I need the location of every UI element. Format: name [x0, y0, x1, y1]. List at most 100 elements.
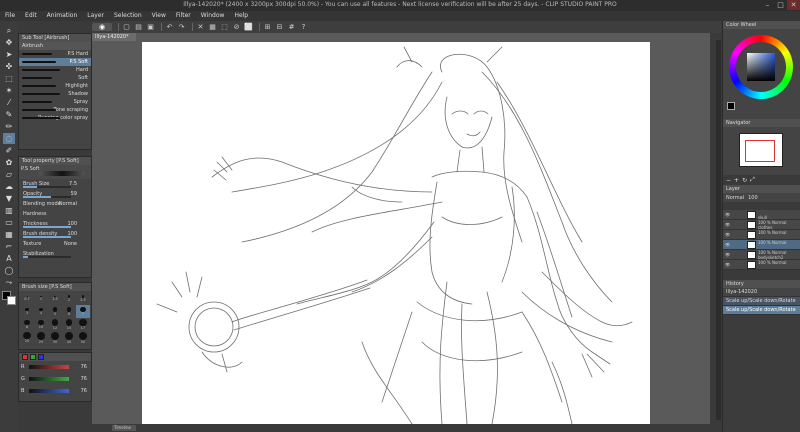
menu-window[interactable]: Window	[196, 11, 230, 21]
brush-item[interactable]: Hard	[19, 66, 91, 74]
grid-icon[interactable]: #	[287, 23, 296, 31]
menu-filter[interactable]: Filter	[171, 11, 196, 21]
new-icon[interactable]: ▢	[122, 23, 131, 31]
layer-move-icon[interactable]: ✜	[3, 61, 15, 72]
menu-animation[interactable]: Animation	[42, 11, 83, 21]
eyedropper-icon[interactable]: ⁄	[3, 97, 15, 108]
brush-size-cell[interactable]: 1	[34, 292, 48, 305]
eraser-icon[interactable]: ▱	[3, 169, 15, 180]
property-row[interactable]: Opacity 59	[19, 189, 91, 199]
property-slider[interactable]	[23, 186, 71, 188]
brush-size-cell[interactable]: 2	[62, 292, 76, 305]
brush-size-cell[interactable]: 40	[62, 331, 76, 344]
menu-layer[interactable]: Layer	[82, 11, 109, 21]
property-row[interactable]: Thickness 100	[19, 219, 91, 229]
menu-help[interactable]: Help	[229, 11, 253, 21]
brush-item[interactable]: Tone scraping	[19, 106, 91, 114]
selection-tool-icon[interactable]: ⬚	[3, 73, 15, 84]
redo-icon[interactable]: ↷	[177, 23, 186, 31]
layer-row[interactable]: 👁 skull	[723, 210, 800, 220]
undo-icon[interactable]: ↶	[165, 23, 174, 31]
sub-color-swatch[interactable]	[7, 296, 16, 305]
zoom-tool-icon[interactable]: ⌕	[3, 25, 15, 36]
pencil-tool-icon[interactable]: ✏	[3, 121, 15, 132]
fill-icon[interactable]: ▦	[208, 23, 217, 31]
brush-size-cell[interactable]: 20	[20, 331, 34, 344]
sub-tool-group[interactable]: Airbrush	[19, 42, 91, 50]
frame-tool-icon[interactable]: ▦	[3, 229, 15, 240]
brush-size-cell[interactable]: 15	[62, 318, 76, 331]
navigator-viewport[interactable]	[745, 140, 775, 162]
blend-tool-icon[interactable]: ☁	[3, 181, 15, 192]
color-channel-value[interactable]: 76	[81, 373, 87, 385]
eye-icon[interactable]: ◉	[92, 23, 112, 31]
balloon-tool-icon[interactable]: ◯	[3, 265, 15, 276]
color-channel-value[interactable]: 76	[81, 385, 87, 397]
property-value[interactable]: None	[64, 239, 77, 249]
clear-icon[interactable]: ✕	[196, 23, 205, 31]
property-value[interactable]: 59	[71, 189, 77, 199]
eye-icon[interactable]: 👁	[725, 232, 730, 237]
eye-icon[interactable]: 👁	[725, 222, 730, 227]
decoration-icon[interactable]: ✿	[3, 157, 15, 168]
color-slider-row[interactable]: B 76	[19, 385, 91, 397]
color-channel-bar[interactable]	[29, 377, 69, 381]
layer-row[interactable]: 👁 100 % Normal	[723, 230, 800, 240]
timeline-tab[interactable]: Timeline	[112, 425, 136, 431]
brush-size-cell[interactable]: 0.7	[20, 292, 34, 305]
brush-size-cell[interactable]: 3	[20, 305, 34, 318]
property-row[interactable]: Blending mode Normal	[19, 199, 91, 209]
layer-row[interactable]: 👁 100 % Normal clothes	[723, 220, 800, 230]
color-tab-icon[interactable]	[30, 354, 36, 360]
property-row[interactable]: Texture None	[19, 239, 91, 249]
layer-opacity[interactable]: 100	[748, 195, 758, 201]
layer-row[interactable]: 👁 100 % Normal	[723, 260, 800, 270]
text-tool-icon[interactable]: A	[3, 253, 15, 264]
move-tool-icon[interactable]: ✥	[3, 37, 15, 48]
deselect-icon[interactable]: ⊘	[232, 23, 241, 31]
document-tab[interactable]: Illya-142020*	[92, 33, 136, 41]
menu-view[interactable]: View	[147, 11, 171, 21]
color-tab-icon[interactable]	[22, 354, 28, 360]
color-tab-icon[interactable]	[38, 354, 44, 360]
brush-size-cell[interactable]: 8	[20, 318, 34, 331]
brush-item[interactable]: Soft	[19, 74, 91, 82]
brush-item[interactable]: P.S Soft	[19, 58, 91, 66]
rotate-icon[interactable]: ↻	[742, 177, 747, 184]
maximize-icon[interactable]: □	[774, 0, 787, 10]
ruler-tool-icon[interactable]: ⌐	[3, 241, 15, 252]
brush-item[interactable]: P.S Hard	[19, 50, 91, 58]
figure-tool-icon[interactable]: ▭	[3, 217, 15, 228]
layer-row[interactable]: 👁 100 % Normal bodysketch2	[723, 250, 800, 260]
pen-tool-icon[interactable]: ✎	[3, 109, 15, 120]
color-slider-row[interactable]: G 76	[19, 373, 91, 385]
eye-icon[interactable]: 👁	[725, 242, 730, 247]
selection-icon[interactable]: ⬜	[244, 23, 253, 31]
transform-icon[interactable]: ⬚	[220, 23, 229, 31]
menu-file[interactable]: File	[0, 11, 20, 21]
brush-item[interactable]: Shadow	[19, 90, 91, 98]
menu-edit[interactable]: Edit	[20, 11, 42, 21]
eye-icon[interactable]: 👁	[725, 252, 730, 257]
saturation-square[interactable]	[747, 53, 775, 81]
snap-icon[interactable]: ⊞	[263, 23, 272, 31]
navigator-preview[interactable]	[739, 133, 783, 167]
brush-size-cell[interactable]: 10	[34, 318, 48, 331]
fit-icon[interactable]: ⤢	[750, 176, 755, 184]
property-slider[interactable]	[23, 196, 71, 198]
open-icon[interactable]: ▤	[134, 23, 143, 31]
property-slider[interactable]	[23, 256, 71, 258]
color-slider-row[interactable]: R 76	[19, 361, 91, 373]
property-row[interactable]: Brush Size 7.5	[19, 179, 91, 189]
history-item[interactable]: Scale up/Scale down/Rotate	[723, 297, 800, 306]
brush-size-cell[interactable]: 1.5	[48, 292, 62, 305]
brush-size-cell[interactable]: 5	[48, 305, 62, 318]
menu-selection[interactable]: Selection	[109, 11, 147, 21]
operation-tool-icon[interactable]: ➤	[3, 49, 15, 60]
canvas-area[interactable]: Illya-142020*	[92, 33, 722, 424]
brush-size-cell[interactable]: 6	[62, 305, 76, 318]
property-slider[interactable]	[23, 236, 71, 238]
blend-mode-select[interactable]: Normal	[726, 195, 744, 201]
brush-item[interactable]: Spray	[19, 98, 91, 106]
layer-row[interactable]: 👁 100 % Normal	[723, 240, 800, 250]
